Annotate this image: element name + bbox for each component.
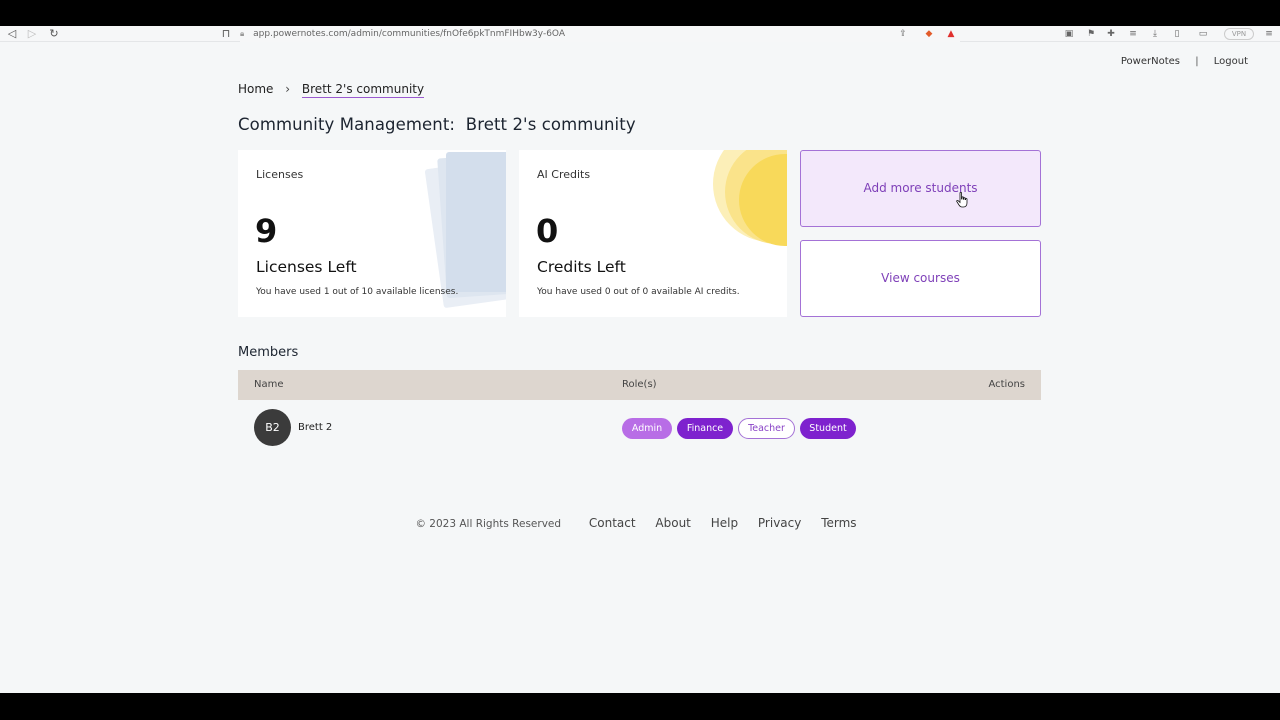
role-badge-student: Student bbox=[800, 418, 856, 439]
members-table-header: Name Role(s) Actions bbox=[238, 370, 1041, 400]
lock-icon: 🔒︎ bbox=[240, 29, 245, 38]
page-title: Community Management: Brett 2's communit… bbox=[238, 115, 636, 134]
letterbox-bottom bbox=[0, 693, 1280, 720]
share-icon[interactable]: ⇪ bbox=[896, 26, 910, 42]
reload-icon[interactable]: ↻ bbox=[46, 26, 62, 42]
brave-shield-icon[interactable]: ◆ bbox=[922, 26, 936, 42]
app-page: PowerNotes | Logout Home › Brett 2's com… bbox=[0, 42, 1280, 693]
column-actions: Actions bbox=[988, 379, 1025, 390]
download-icon[interactable]: ⤓ bbox=[1148, 26, 1162, 42]
footer-link-terms[interactable]: Terms bbox=[821, 516, 856, 530]
role-badge-admin: Admin bbox=[622, 418, 672, 439]
playlist-icon[interactable]: ≡ bbox=[1126, 26, 1140, 42]
chevron-right-icon: › bbox=[285, 82, 291, 96]
breadcrumb-home[interactable]: Home bbox=[238, 82, 273, 96]
footer-link-about[interactable]: About bbox=[655, 516, 690, 530]
column-roles[interactable]: Role(s) bbox=[622, 370, 657, 400]
licenses-count: 9 bbox=[255, 212, 278, 250]
screen: ◁ ▷ ↻ ⊓ 🔒︎ app.powernotes.com/admin/comm… bbox=[0, 0, 1280, 720]
footer-link-help[interactable]: Help bbox=[711, 516, 738, 530]
role-badge-teacher: Teacher bbox=[738, 418, 795, 439]
licenses-left-label: Licenses Left bbox=[256, 258, 357, 276]
ai-credits-usage-note: You have used 0 out of 0 available AI cr… bbox=[537, 287, 740, 297]
sidebar-icon[interactable]: ▯ bbox=[1170, 26, 1184, 42]
paper-stack-icon bbox=[446, 152, 506, 292]
top-nav: PowerNotes | Logout bbox=[1121, 56, 1248, 67]
forward-icon[interactable]: ▷ bbox=[24, 26, 40, 42]
role-badge-finance: Finance bbox=[677, 418, 733, 439]
members-heading: Members bbox=[238, 345, 299, 360]
back-icon[interactable]: ◁ bbox=[4, 26, 20, 42]
ai-credits-count: 0 bbox=[536, 212, 559, 250]
member-name: Brett 2 bbox=[298, 422, 333, 433]
coin-stack-icon bbox=[713, 150, 787, 246]
footer-link-privacy[interactable]: Privacy bbox=[758, 516, 801, 530]
extension-flag-icon[interactable]: ⚑ bbox=[1084, 26, 1098, 42]
puzzle-icon[interactable]: ✚ bbox=[1104, 26, 1118, 42]
ai-credits-label: AI Credits bbox=[537, 168, 591, 181]
ai-credits-card: AI Credits 0 Credits Left You have used … bbox=[519, 150, 787, 317]
hand-cursor-icon bbox=[956, 192, 968, 208]
licenses-label: Licenses bbox=[256, 168, 304, 181]
bookmark-icon[interactable]: ⊓ bbox=[218, 26, 234, 42]
brand-link[interactable]: PowerNotes bbox=[1121, 56, 1180, 67]
wallet-icon[interactable]: ▭ bbox=[1196, 26, 1210, 42]
browser-toolbar: ◁ ▷ ↻ ⊓ 🔒︎ app.powernotes.com/admin/comm… bbox=[0, 26, 1280, 42]
url-text: app.powernotes.com/admin/communities/fnO… bbox=[253, 29, 566, 39]
view-courses-button[interactable]: View courses bbox=[800, 240, 1041, 317]
footer-link-contact[interactable]: Contact bbox=[589, 516, 636, 530]
copyright: © 2023 All Rights Reserved bbox=[415, 518, 562, 530]
logout-link[interactable]: Logout bbox=[1214, 56, 1248, 67]
breadcrumb-current[interactable]: Brett 2's community bbox=[301, 82, 425, 98]
vpn-button[interactable]: VPN bbox=[1224, 28, 1254, 40]
column-name[interactable]: Name bbox=[254, 370, 284, 400]
nav-separator: | bbox=[1195, 56, 1199, 67]
extension-icon[interactable]: ▣ bbox=[1062, 26, 1076, 42]
add-more-students-button[interactable]: Add more students bbox=[800, 150, 1041, 227]
brave-rewards-icon[interactable]: ▲ bbox=[944, 26, 958, 42]
footer: © 2023 All Rights Reserved Contact About… bbox=[0, 516, 1280, 530]
avatar: B2 bbox=[254, 409, 291, 446]
credits-left-label: Credits Left bbox=[537, 258, 626, 276]
breadcrumb: Home › Brett 2's community bbox=[238, 82, 425, 98]
licenses-usage-note: You have used 1 out of 10 available lice… bbox=[256, 287, 459, 297]
licenses-card: Licenses 9 Licenses Left You have used 1… bbox=[238, 150, 506, 317]
address-bar[interactable]: 🔒︎ app.powernotes.com/admin/communities/… bbox=[240, 26, 960, 42]
menu-icon[interactable]: ≡ bbox=[1262, 26, 1276, 42]
table-row: B2 Brett 2 Admin Finance Teacher Student bbox=[238, 404, 1041, 448]
